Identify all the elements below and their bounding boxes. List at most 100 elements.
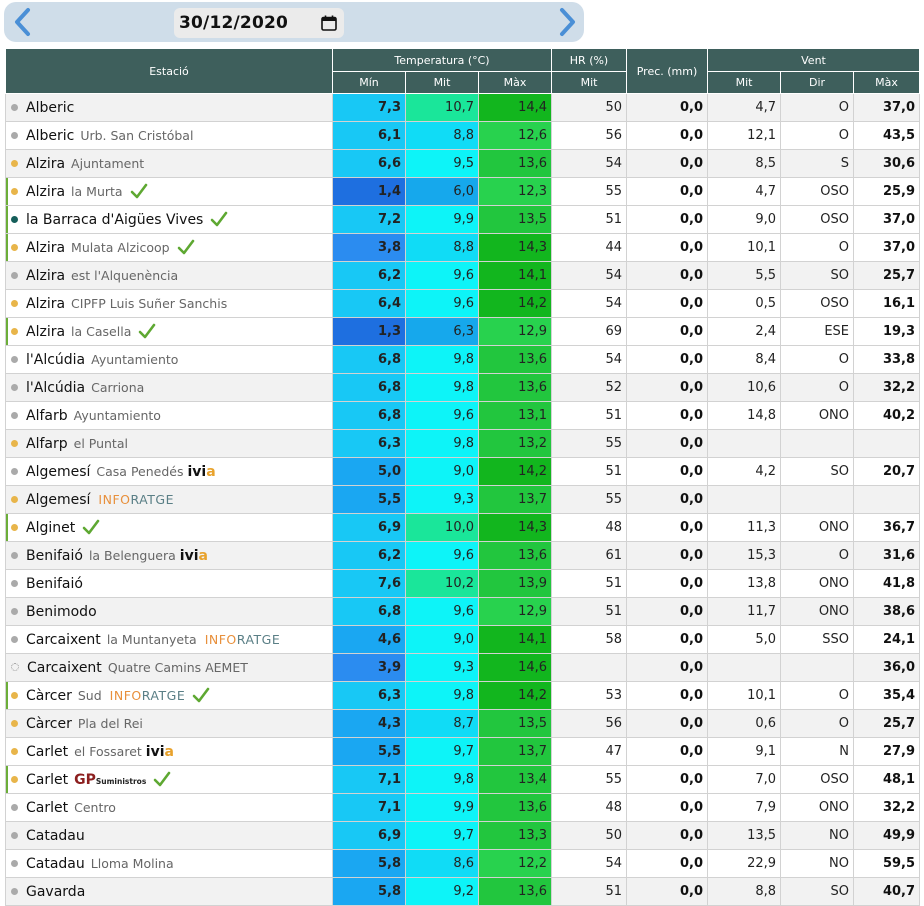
station-cell[interactable]: l'Alcúdia Carriona bbox=[5, 373, 333, 402]
wind-max-cell: 37,0 bbox=[853, 93, 921, 122]
date-input[interactable]: 30/12/2020 bbox=[174, 8, 344, 38]
temp-min-cell: 6,2 bbox=[332, 261, 406, 290]
prec-cell: 0,0 bbox=[626, 121, 709, 150]
temp-max-cell: 13,5 bbox=[477, 205, 553, 234]
temp-mit-cell: 9,3 bbox=[405, 485, 479, 514]
col-temp-min[interactable]: Mín bbox=[332, 71, 406, 94]
table-row[interactable]: Carcaixent Quatre Camins AEMET 3,9 9,3 14,6 0… bbox=[5, 653, 921, 682]
station-name: Carlet bbox=[26, 743, 69, 760]
previous-day-button[interactable] bbox=[8, 2, 38, 42]
wind-mit-cell bbox=[707, 653, 782, 682]
next-day-button[interactable] bbox=[552, 2, 582, 42]
table-row[interactable]: Catadau Lloma Molina 5,8 8,6 12,2 54 0,0 22,9 NO… bbox=[5, 849, 921, 878]
temp-max-cell: 14,1 bbox=[477, 261, 553, 290]
station-cell[interactable]: Alfarb Ayuntamiento bbox=[5, 401, 333, 430]
station-cell[interactable]: Alzira Ajuntament bbox=[5, 149, 333, 178]
table-row[interactable]: Algemesí Casa Penedés ivia 5,0 9,0 14,2 51 0,0 4… bbox=[5, 457, 921, 486]
table-row[interactable]: Carcaixent la Muntanyeta INFORATGE 4,6 9,0 14… bbox=[5, 625, 921, 654]
temp-mit-cell: 10,7 bbox=[405, 93, 479, 122]
table-row[interactable]: l'Alcúdia Carriona 6,8 9,8 13,6 52 0,0 10,6 O 32,… bbox=[5, 373, 921, 402]
station-cell[interactable]: Gavarda bbox=[5, 877, 333, 906]
station-cell[interactable]: la Barraca d'Aigües Vives bbox=[5, 205, 333, 234]
station-cell[interactable]: Alzira CIPFP Luis Suñer Sanchis bbox=[5, 289, 333, 318]
table-row[interactable]: Carlet GPSuministros 7,1 9,8 13,4 55 0,0 7,0 OSO… bbox=[5, 765, 921, 794]
station-status-dot bbox=[11, 103, 18, 111]
table-row[interactable]: Alzira Mulata Alzicoop 3,8 8,8 14,3 44 0,0 10,1… bbox=[5, 233, 921, 262]
temp-min-cell: 6,3 bbox=[332, 429, 406, 458]
table-row[interactable]: Alberic 7,3 10,7 14,4 50 0,0 4,7 O 37,0 bbox=[5, 93, 921, 122]
station-cell[interactable]: Catadau bbox=[5, 821, 333, 850]
station-cell[interactable]: Benifaió la Belenguera ivia bbox=[5, 541, 333, 570]
col-temp-mit[interactable]: Mit bbox=[405, 71, 479, 94]
station-cell[interactable]: l'Alcúdia Ayuntamiento bbox=[5, 345, 333, 374]
table-row[interactable]: Alzira Ajuntament 6,6 9,5 13,6 54 0,0 8,5 S 30,6 bbox=[5, 149, 921, 178]
table-row[interactable]: la Barraca d'Aigües Vives 7,2 9,9 13,5 51 0,0… bbox=[5, 205, 921, 234]
col-temp-max[interactable]: Màx bbox=[477, 71, 553, 94]
col-wind-mit[interactable]: Mit bbox=[707, 71, 782, 94]
table-row[interactable]: Alginet 6,9 10,0 14,3 48 0,0 11,3 ONO 36,7 bbox=[5, 513, 921, 542]
station-cell[interactable]: Càrcer Pla del Rei bbox=[5, 709, 333, 738]
station-cell[interactable]: Alzira Mulata Alzicoop bbox=[5, 233, 333, 262]
prec-cell: 0,0 bbox=[626, 709, 709, 738]
station-cell[interactable]: Carlet GPSuministros bbox=[5, 765, 333, 794]
hr-cell: 54 bbox=[551, 261, 628, 290]
prec-cell: 0,0 bbox=[626, 541, 709, 570]
station-status-dot bbox=[11, 551, 18, 559]
wind-mit-cell: 22,9 bbox=[707, 849, 782, 878]
table-row[interactable]: Carlet el Fossaret ivia 5,5 9,7 13,7 47 0,0 9,1 N… bbox=[5, 737, 921, 766]
station-cell[interactable]: Benimodo bbox=[5, 597, 333, 626]
col-hr-mit[interactable]: Mit bbox=[551, 71, 628, 94]
wind-max-cell: 36,7 bbox=[853, 513, 921, 542]
col-wind-dir[interactable]: Dir bbox=[780, 71, 855, 94]
station-name: Alzira bbox=[26, 155, 66, 172]
station-status-dot bbox=[11, 747, 18, 755]
station-name: Alzira bbox=[26, 240, 66, 256]
table-row[interactable]: Benifaió 7,6 10,2 13,9 51 0,0 13,8 ONO 41,8 bbox=[5, 569, 921, 598]
station-cell[interactable]: Alfarp el Puntal bbox=[5, 429, 333, 458]
station-cell[interactable]: Càrcer Sud INFORATGE bbox=[5, 681, 333, 710]
prec-cell: 0,0 bbox=[626, 821, 709, 850]
station-cell[interactable]: Alzira est l'Alquenència bbox=[5, 261, 333, 290]
table-row[interactable]: Càrcer Sud INFORATGE 6,3 9,8 14,2 53 0,0 10,1 O 35… bbox=[5, 681, 921, 710]
station-cell[interactable]: Catadau Lloma Molina bbox=[5, 849, 333, 878]
table-row[interactable]: l'Alcúdia Ayuntamiento 6,8 9,8 13,6 54 0,0 8,4 O… bbox=[5, 345, 921, 374]
checkmark-icon bbox=[153, 771, 171, 787]
table-row[interactable]: Càrcer Pla del Rei 4,3 8,7 13,5 56 0,0 0,6 O 25,7 bbox=[5, 709, 921, 738]
col-station[interactable]: Estació bbox=[5, 48, 333, 94]
station-cell[interactable]: Alzira la Casella bbox=[5, 317, 333, 346]
station-cell[interactable]: Carcaixent la Muntanyeta INFORATGE bbox=[5, 625, 333, 654]
wind-max-cell: 37,0 bbox=[853, 205, 921, 234]
col-precipitation[interactable]: Prec. (mm) bbox=[626, 48, 709, 94]
table-row[interactable]: Alfarp el Puntal 6,3 9,8 13,2 55 0,0 bbox=[5, 429, 921, 458]
station-cell[interactable]: Alberic bbox=[5, 93, 333, 122]
table-row[interactable]: Gavarda 5,8 9,2 13,6 51 0,0 8,8 SO 40,7 bbox=[5, 877, 921, 906]
calendar-icon[interactable] bbox=[320, 14, 338, 32]
table-row[interactable]: Alzira la Murta 1,4 6,0 12,3 55 0,0 4,7 OSO 25,9 bbox=[5, 177, 921, 206]
table-row[interactable]: Benimodo 6,8 9,6 12,9 51 0,0 11,7 ONO 38,6 bbox=[5, 597, 921, 626]
station-cell[interactable]: Alberic Urb. San Cristóbal bbox=[5, 121, 333, 150]
wind-mit-cell: 14,8 bbox=[707, 401, 782, 430]
station-cell[interactable]: Algemesí Casa Penedés ivia bbox=[5, 457, 333, 486]
station-location: CIPFP Luis Suñer Sanchis bbox=[71, 295, 228, 311]
table-row[interactable]: Alberic Urb. San Cristóbal 6,1 8,8 12,6 56 0,0… bbox=[5, 121, 921, 150]
col-wind-max[interactable]: Màx bbox=[853, 71, 921, 94]
station-cell[interactable]: Carcaixent Quatre Camins AEMET bbox=[5, 653, 333, 682]
table-row[interactable]: Algemesí INFORATGE 5,5 9,3 13,7 55 0,0 bbox=[5, 485, 921, 514]
station-cell[interactable]: Alzira la Murta bbox=[5, 177, 333, 206]
hr-cell: 48 bbox=[551, 513, 628, 542]
station-cell[interactable]: Carlet Centro bbox=[5, 793, 333, 822]
station-name: Carcaixent bbox=[26, 631, 101, 648]
table-row[interactable]: Alzira CIPFP Luis Suñer Sanchis 6,4 9,6 14,2… bbox=[5, 289, 921, 318]
station-cell[interactable]: Algemesí INFORATGE bbox=[5, 485, 333, 514]
station-cell[interactable]: Carlet el Fossaret ivia bbox=[5, 737, 333, 766]
station-cell[interactable]: Alginet bbox=[5, 513, 333, 542]
table-row[interactable]: Catadau 6,9 9,7 13,3 50 0,0 13,5 NO 49,9 bbox=[5, 821, 921, 850]
wind-dir-cell: N bbox=[780, 737, 855, 766]
wind-mit-cell: 7,9 bbox=[707, 793, 782, 822]
table-row[interactable]: Benifaió la Belenguera ivia 6,2 9,6 13,6 61 0,0… bbox=[5, 541, 921, 570]
table-row[interactable]: Alfarb Ayuntamiento 6,8 9,6 13,1 51 0,0 14,8 ONO… bbox=[5, 401, 921, 430]
table-row[interactable]: Alzira est l'Alquenència 6,2 9,6 14,1 54 0,0 5,… bbox=[5, 261, 921, 290]
table-row[interactable]: Alzira la Casella 1,3 6,3 12,9 69 0,0 2,4 ESE 19,… bbox=[5, 317, 921, 346]
table-row[interactable]: Carlet Centro 7,1 9,9 13,6 48 0,0 7,9 ONO 32,2 bbox=[5, 793, 921, 822]
station-cell[interactable]: Benifaió bbox=[5, 569, 333, 598]
